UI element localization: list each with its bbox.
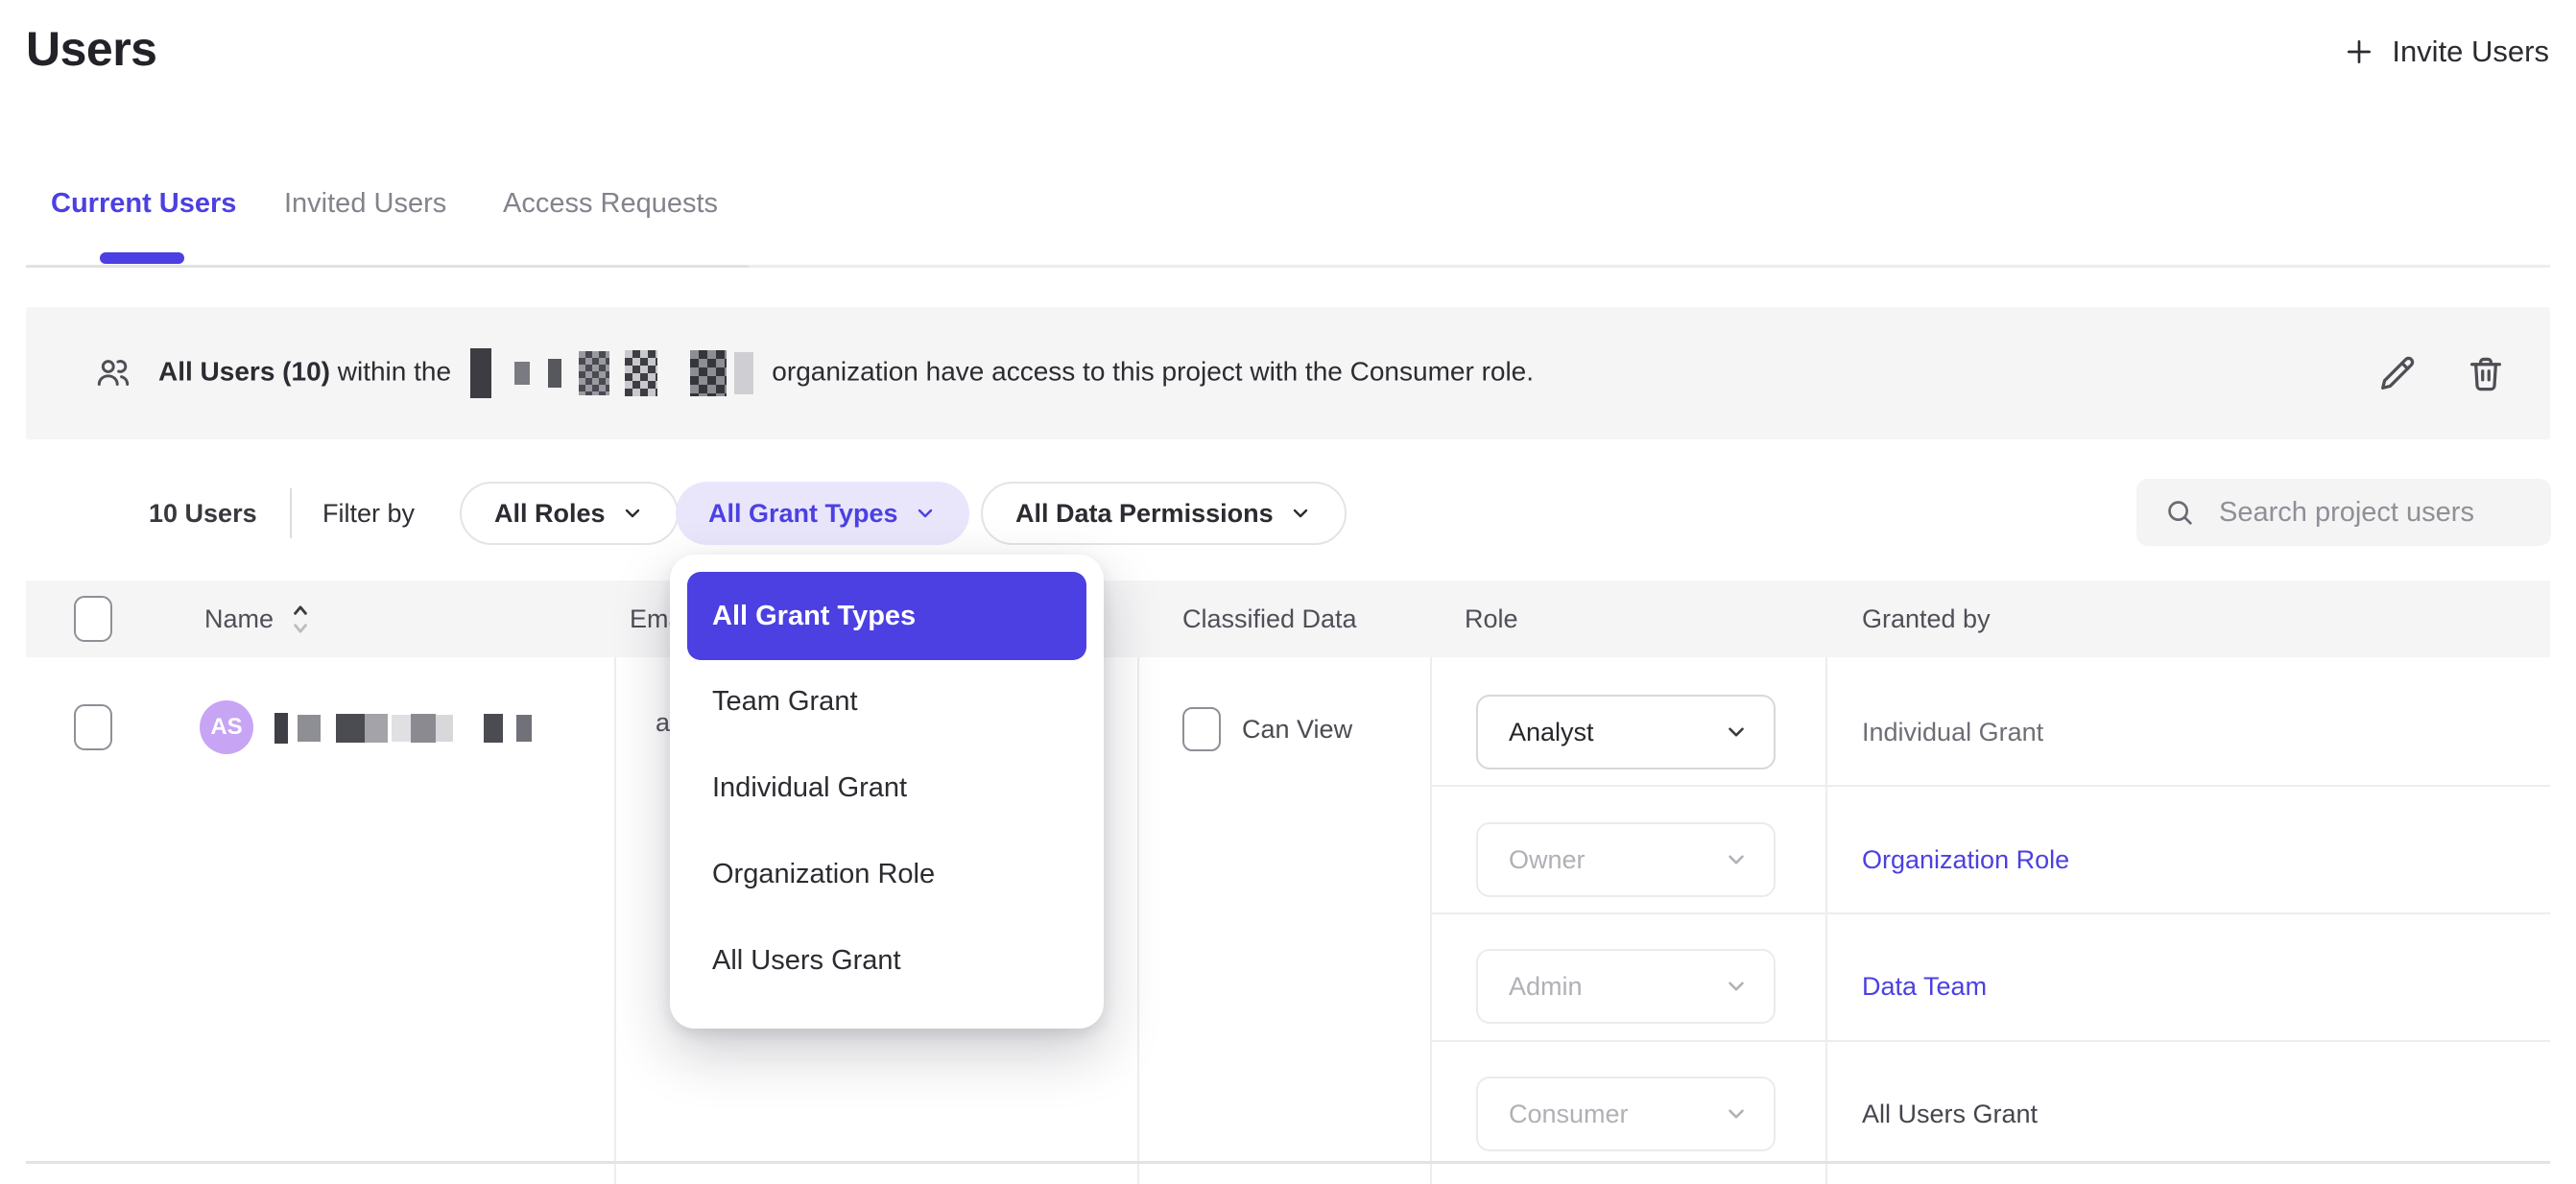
role-select: Admin [1476, 949, 1776, 1024]
tab-current-users[interactable]: Current Users [51, 188, 236, 220]
menu-item-individual-grant[interactable]: Individual Grant [712, 767, 907, 809]
plus-icon [2344, 36, 2374, 67]
search-project-users[interactable] [2136, 479, 2551, 546]
users-page: Users Invite Users Current Users Invited… [0, 0, 2576, 1184]
chevron-down-icon [1724, 1101, 1749, 1126]
column-header-classified-data: Classified Data [1182, 580, 1357, 657]
row-divider [26, 1161, 2550, 1164]
divider [290, 488, 292, 538]
column-header-granted-by: Granted by [1862, 580, 1991, 657]
active-tab-indicator [100, 252, 184, 264]
column-divider [1137, 657, 1139, 1184]
users-icon [93, 353, 133, 393]
granted-by-link[interactable]: Organization Role [1862, 841, 2069, 879]
select-all-checkbox[interactable] [74, 596, 112, 642]
chevron-down-icon [1724, 974, 1749, 999]
row-divider [1430, 912, 2550, 914]
search-icon [2163, 496, 2196, 529]
search-input[interactable] [2217, 496, 2524, 530]
divider [749, 265, 2550, 268]
chevron-down-icon [1289, 502, 1312, 525]
avatar: AS [200, 700, 253, 754]
invite-users-button[interactable]: Invite Users [2344, 35, 2549, 69]
granted-by-text: All Users Grant [1862, 1095, 2038, 1133]
banner-text: All Users (10) within the organization h… [158, 348, 1534, 398]
row-divider [1430, 785, 2550, 787]
chevron-down-icon [914, 502, 937, 525]
column-divider [1825, 657, 1827, 1184]
column-divider [614, 657, 616, 1184]
menu-item-team-grant[interactable]: Team Grant [712, 680, 858, 722]
filter-all-roles[interactable]: All Roles [460, 482, 679, 545]
menu-item-all-users-grant[interactable]: All Users Grant [712, 939, 901, 982]
pencil-icon[interactable] [2375, 351, 2420, 395]
role-select: Consumer [1476, 1077, 1776, 1151]
column-divider [1430, 657, 1432, 1184]
menu-item-all-grant-types[interactable]: All Grant Types [687, 572, 1086, 660]
page-title: Users [26, 21, 157, 77]
table-header: Name Email Classified Data Role Granted … [26, 580, 2550, 657]
filter-all-grant-types[interactable]: All Grant Types [676, 482, 969, 545]
filter-by-label: Filter by [322, 482, 415, 545]
role-select[interactable]: Analyst [1476, 695, 1776, 770]
email-cell: a [656, 708, 670, 738]
row-checkbox[interactable] [74, 704, 112, 750]
redacted-org-name [470, 356, 760, 386]
trash-icon[interactable] [2464, 351, 2508, 395]
row-divider [1430, 1040, 2550, 1042]
all-users-banner: All Users (10) within the organization h… [26, 307, 2550, 439]
column-header-role: Role [1465, 580, 1518, 657]
sort-icon[interactable] [288, 580, 326, 657]
chevron-down-icon [1724, 847, 1749, 872]
tabs-divider [26, 265, 749, 268]
can-view-checkbox[interactable] [1182, 707, 1221, 751]
chevron-down-icon [1724, 720, 1749, 745]
tab-invited-users[interactable]: Invited Users [284, 188, 446, 220]
granted-by-text: Individual Grant [1862, 713, 2043, 751]
can-view-label: Can View [1242, 707, 1352, 751]
invite-users-label: Invite Users [2392, 35, 2549, 69]
chevron-down-icon [621, 502, 644, 525]
menu-item-organization-role[interactable]: Organization Role [712, 853, 935, 895]
redacted-user-name [274, 713, 532, 744]
grant-types-menu: All Grant Types Team Grant Individual Gr… [670, 555, 1104, 1029]
tab-access-requests[interactable]: Access Requests [503, 188, 718, 220]
column-header-name: Name [204, 580, 274, 657]
role-select: Owner [1476, 822, 1776, 897]
granted-by-link[interactable]: Data Team [1862, 967, 1987, 1006]
user-count: 10 Users [149, 482, 257, 545]
filter-all-data-permissions[interactable]: All Data Permissions [981, 482, 1347, 545]
